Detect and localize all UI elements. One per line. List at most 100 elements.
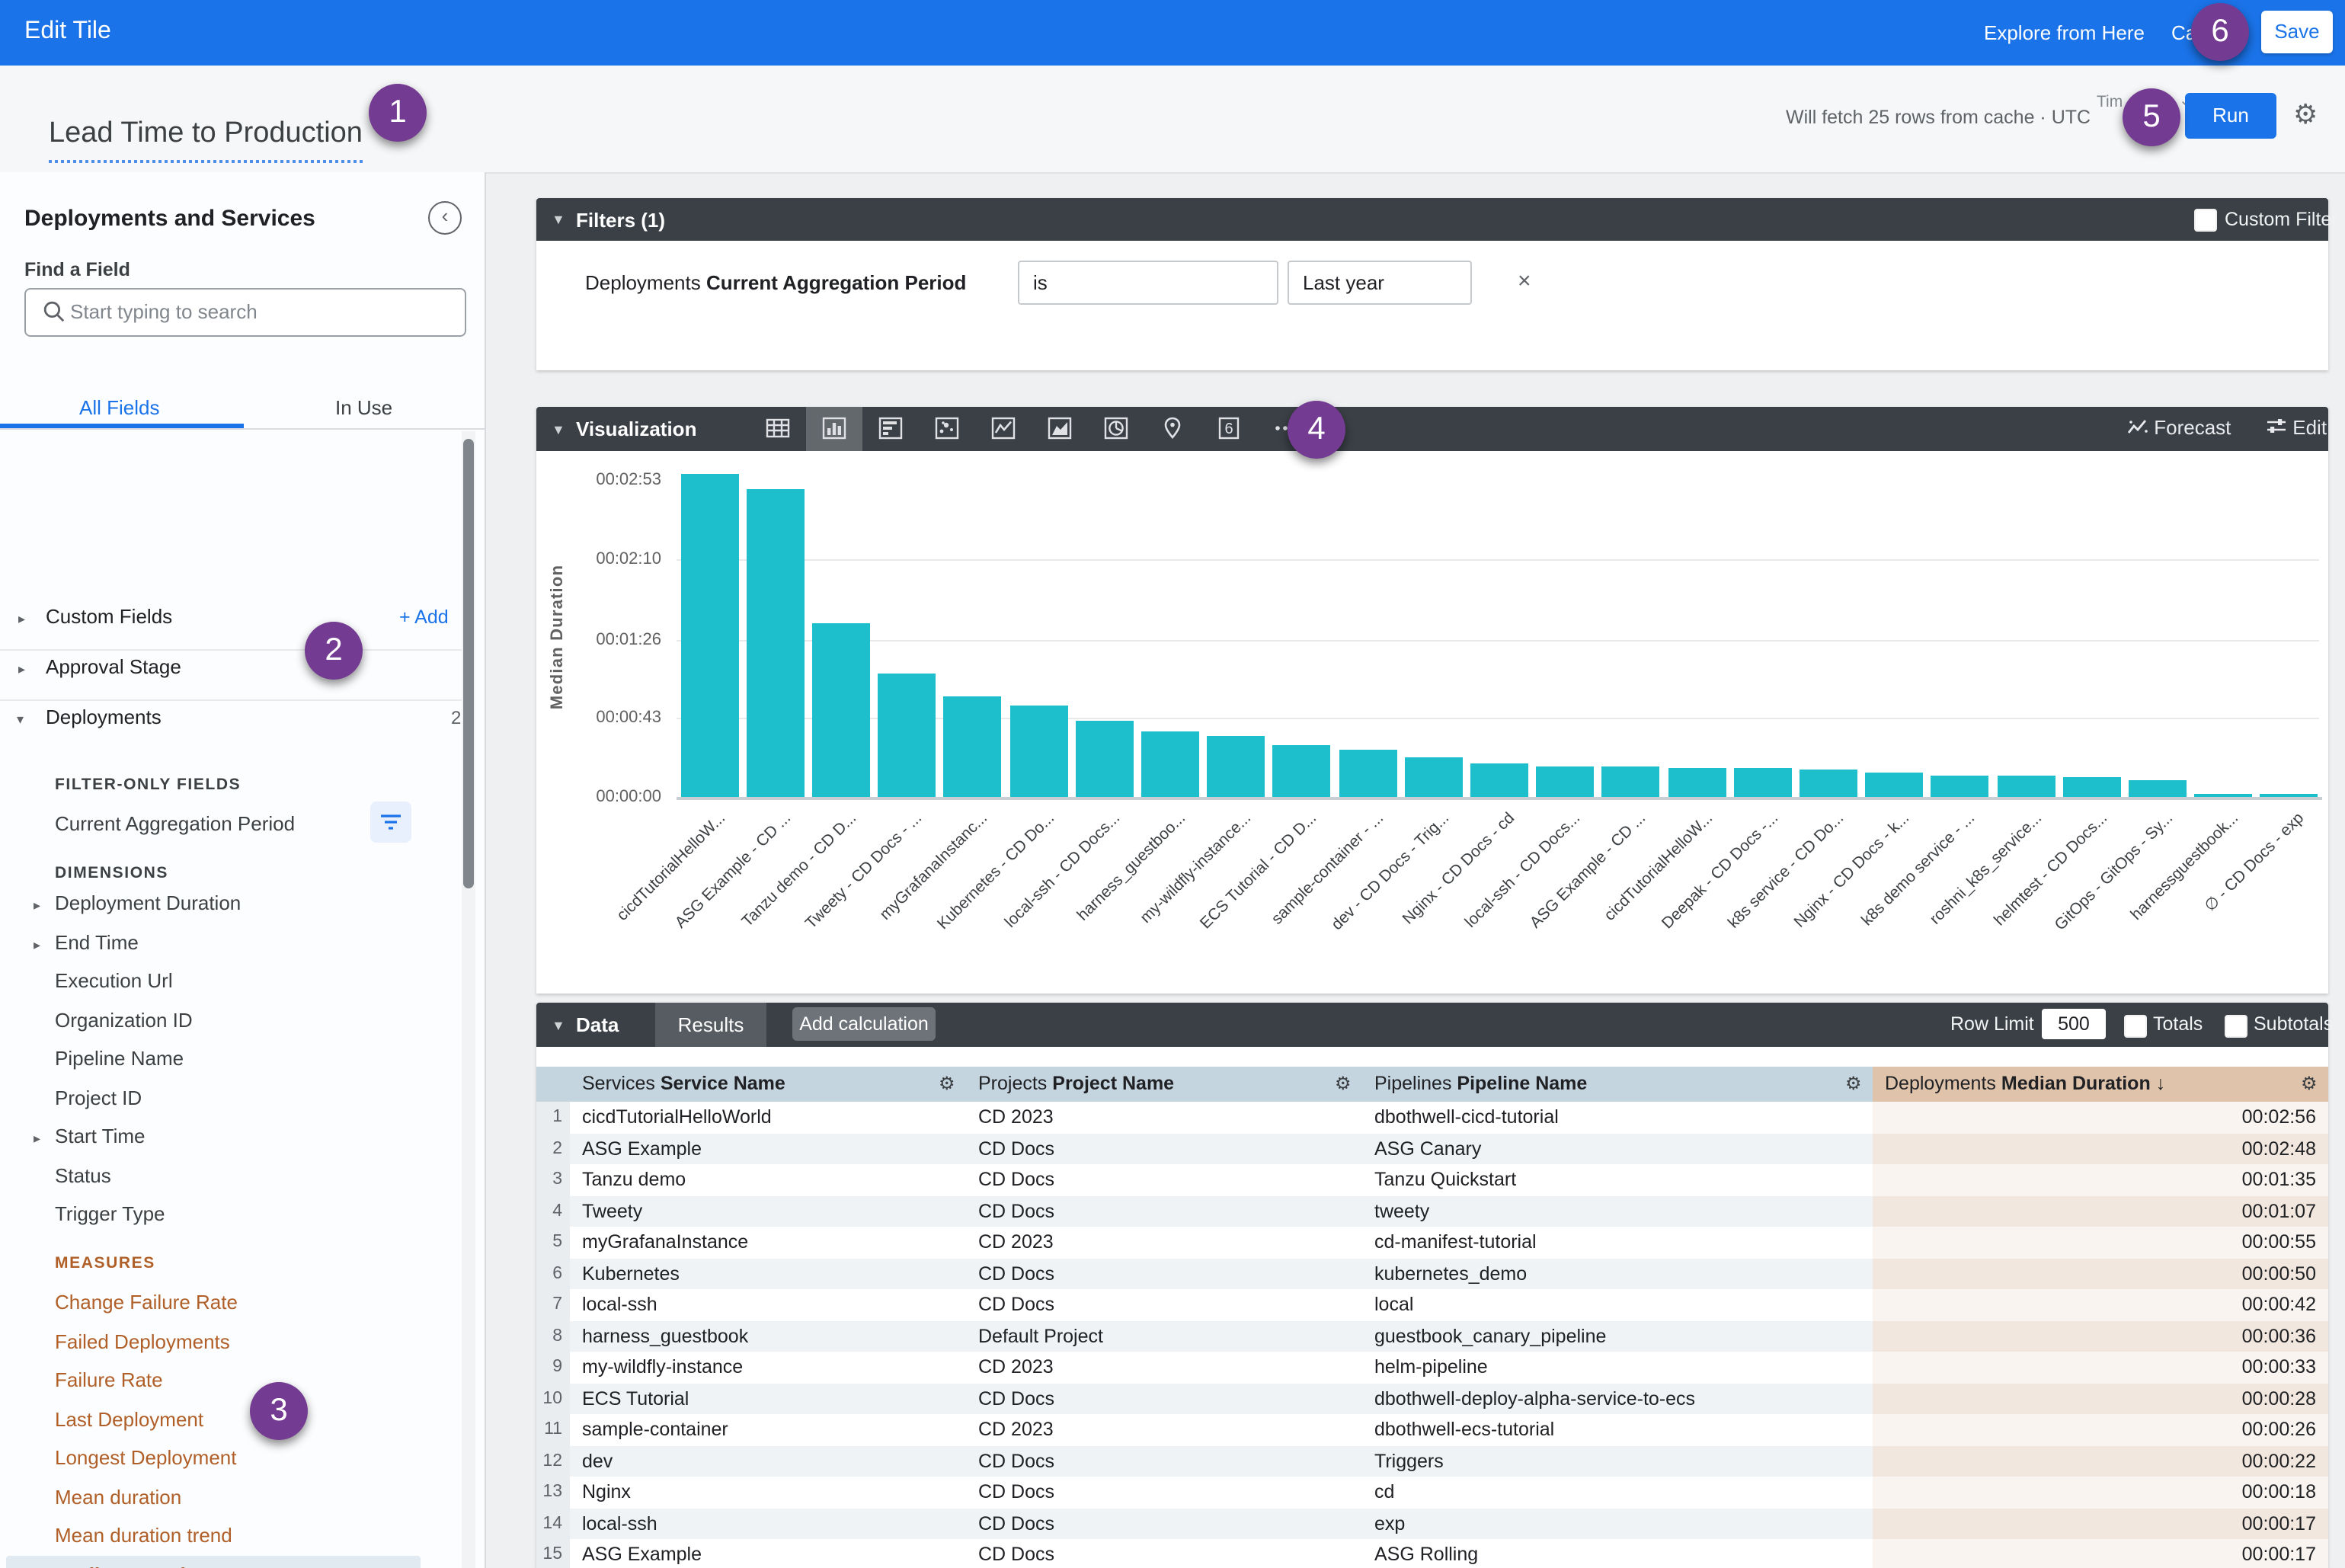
caret-right-icon[interactable]: ▸: [34, 1131, 40, 1147]
explore-from-here-link[interactable]: Explore from Here: [1984, 21, 2145, 44]
measure-mean-duration-trend[interactable]: Mean duration trend: [55, 1524, 232, 1547]
subtotals-checkbox[interactable]: [2225, 1015, 2247, 1038]
dimension-status[interactable]: Status: [55, 1163, 111, 1186]
chart-bar[interactable]: [1800, 770, 1857, 797]
chart-bar[interactable]: [1536, 766, 1594, 797]
chart-bar[interactable]: [1405, 757, 1463, 797]
tab-all-fields[interactable]: All Fields: [79, 396, 160, 419]
column-gear-icon[interactable]: ⚙: [1335, 1067, 1352, 1102]
row-limit-input[interactable]: 500: [2042, 1009, 2106, 1039]
measure-change-failure-rate[interactable]: Change Failure Rate: [55, 1291, 238, 1314]
cell-median-duration: 00:00:28: [1873, 1383, 2328, 1416]
filter-operator-select[interactable]: is: [1018, 261, 1278, 305]
viz-type-table-button[interactable]: [750, 407, 806, 451]
caret-right-icon[interactable]: ▸: [18, 611, 25, 628]
remove-filter-icon[interactable]: ×: [1518, 268, 1531, 294]
chart-bar[interactable]: [2129, 780, 2187, 797]
column-header-project-name[interactable]: Projects Project Name: [966, 1067, 1364, 1102]
caret-down-icon[interactable]: ▾: [17, 712, 24, 728]
column-gear-icon[interactable]: ⚙: [2301, 1067, 2318, 1102]
filters-header-bar[interactable]: ▼ Filters (1) Custom Filter: [536, 198, 2328, 241]
chart-bar[interactable]: [1997, 775, 2055, 797]
dimension-end-time[interactable]: End Time: [55, 930, 139, 953]
measure-mean-duration[interactable]: Mean duration: [55, 1485, 181, 1508]
measure-longest-deployment[interactable]: Longest Deployment: [55, 1446, 237, 1469]
measure-failure-rate[interactable]: Failure Rate: [55, 1368, 163, 1391]
chart-bar[interactable]: [2063, 777, 2121, 797]
cell-service: Nginx: [570, 1477, 968, 1509]
filter-value-input[interactable]: Last year: [1288, 261, 1472, 305]
viz-type-pie-button[interactable]: [1088, 407, 1144, 451]
forecast-button[interactable]: Forecast: [2127, 416, 2231, 439]
chart-bar[interactable]: [812, 623, 870, 797]
run-button[interactable]: Run: [2185, 93, 2276, 139]
chart-bar[interactable]: [1865, 773, 1923, 797]
tab-in-use[interactable]: In Use: [335, 396, 392, 419]
dimension-organization-id[interactable]: Organization ID: [55, 1008, 193, 1031]
viz-type-bar-button[interactable]: [862, 407, 919, 451]
add-calculation-button[interactable]: Add calculation: [792, 1007, 936, 1041]
caret-right-icon[interactable]: ▸: [34, 898, 40, 914]
measure-last-deployment[interactable]: Last Deployment: [55, 1407, 203, 1430]
chart-bar[interactable]: [1602, 766, 1660, 797]
viz-type-map-button[interactable]: [1144, 407, 1201, 451]
chart-bar[interactable]: [1470, 764, 1528, 797]
tab-results[interactable]: Results: [655, 1003, 766, 1047]
chart-bar[interactable]: [878, 674, 936, 797]
chart-bar[interactable]: [747, 489, 805, 797]
dimension-deployment-duration[interactable]: Deployment Duration: [55, 891, 241, 914]
column-header-service-name[interactable]: Services Service Name: [570, 1067, 968, 1102]
viz-type-column-button[interactable]: [806, 407, 862, 451]
caret-right-icon[interactable]: ▸: [18, 661, 25, 678]
chart-bar[interactable]: [1931, 775, 1989, 797]
viz-type-scatter-button[interactable]: [919, 407, 975, 451]
measure-median-duration[interactable]: Median Duration: [55, 1563, 210, 1568]
column-header-median-duration[interactable]: Deployments Median Duration ↓: [1873, 1067, 2328, 1102]
viz-type-area-button[interactable]: [1032, 407, 1088, 451]
sidebar-group-approval-stage[interactable]: Approval Stage: [46, 655, 181, 678]
filter-toggle-button[interactable]: [370, 802, 411, 843]
chart-bar[interactable]: [944, 696, 1002, 797]
timezone-label[interactable]: Tim: [2097, 93, 2123, 111]
column-gear-icon[interactable]: ⚙: [1845, 1067, 1862, 1102]
caret-right-icon[interactable]: ▸: [34, 936, 40, 953]
viz-table-icon: [765, 416, 791, 440]
chart-bar[interactable]: [680, 475, 738, 797]
collapse-sidebar-icon[interactable]: ‹: [428, 201, 462, 235]
measure-failed-deployments[interactable]: Failed Deployments: [55, 1330, 230, 1352]
column-gear-icon[interactable]: ⚙: [939, 1067, 955, 1102]
viz-type-line-button[interactable]: [975, 407, 1032, 451]
cell-project: CD Docs: [966, 1539, 1364, 1568]
chart-bar[interactable]: [1207, 737, 1265, 797]
dimension-pipeline-name[interactable]: Pipeline Name: [55, 1047, 184, 1070]
add-custom-field-button[interactable]: + Add: [399, 606, 449, 628]
viz-type-single-value-button[interactable]: 6: [1201, 407, 1257, 451]
dimension-start-time[interactable]: Start Time: [55, 1125, 146, 1147]
chart-bar[interactable]: [1339, 749, 1396, 797]
save-button[interactable]: Save: [2261, 11, 2333, 53]
sidebar-group-deployments[interactable]: Deployments: [46, 706, 162, 728]
chart-bar[interactable]: [1668, 768, 1726, 797]
chart-bar[interactable]: [1141, 731, 1199, 797]
row-number: 8: [536, 1320, 571, 1352]
chart-bar[interactable]: [2260, 793, 2318, 797]
sidebar-scrollbar-thumb[interactable]: [463, 439, 474, 888]
chart-bar[interactable]: [2194, 793, 2252, 797]
dimension-execution-url[interactable]: Execution Url: [55, 969, 173, 992]
dimension-project-id[interactable]: Project ID: [55, 1086, 142, 1109]
edit-viz-button[interactable]: Edit: [2266, 416, 2327, 439]
custom-filter-checkbox[interactable]: [2194, 209, 2217, 232]
chart-bar[interactable]: [1734, 768, 1792, 797]
chart-bar[interactable]: [1273, 746, 1331, 797]
tile-title-editable[interactable]: Lead Time to Production: [49, 117, 363, 163]
chart-bar[interactable]: [1009, 706, 1067, 797]
cell-pipeline: tweety: [1362, 1195, 1874, 1228]
chart-bar[interactable]: [1076, 720, 1134, 797]
column-header-pipeline-name[interactable]: Pipelines Pipeline Name: [1362, 1067, 1874, 1102]
sidebar-group-custom-fields[interactable]: Custom Fields: [46, 605, 172, 628]
column-view-name: Pipelines: [1362, 1073, 1457, 1094]
totals-checkbox[interactable]: [2124, 1015, 2147, 1038]
field-current-aggregation-period[interactable]: Current Aggregation Period: [55, 812, 295, 835]
query-settings-gear-icon[interactable]: ⚙: [2293, 101, 2318, 128]
dimension-trigger-type[interactable]: Trigger Type: [55, 1202, 165, 1225]
